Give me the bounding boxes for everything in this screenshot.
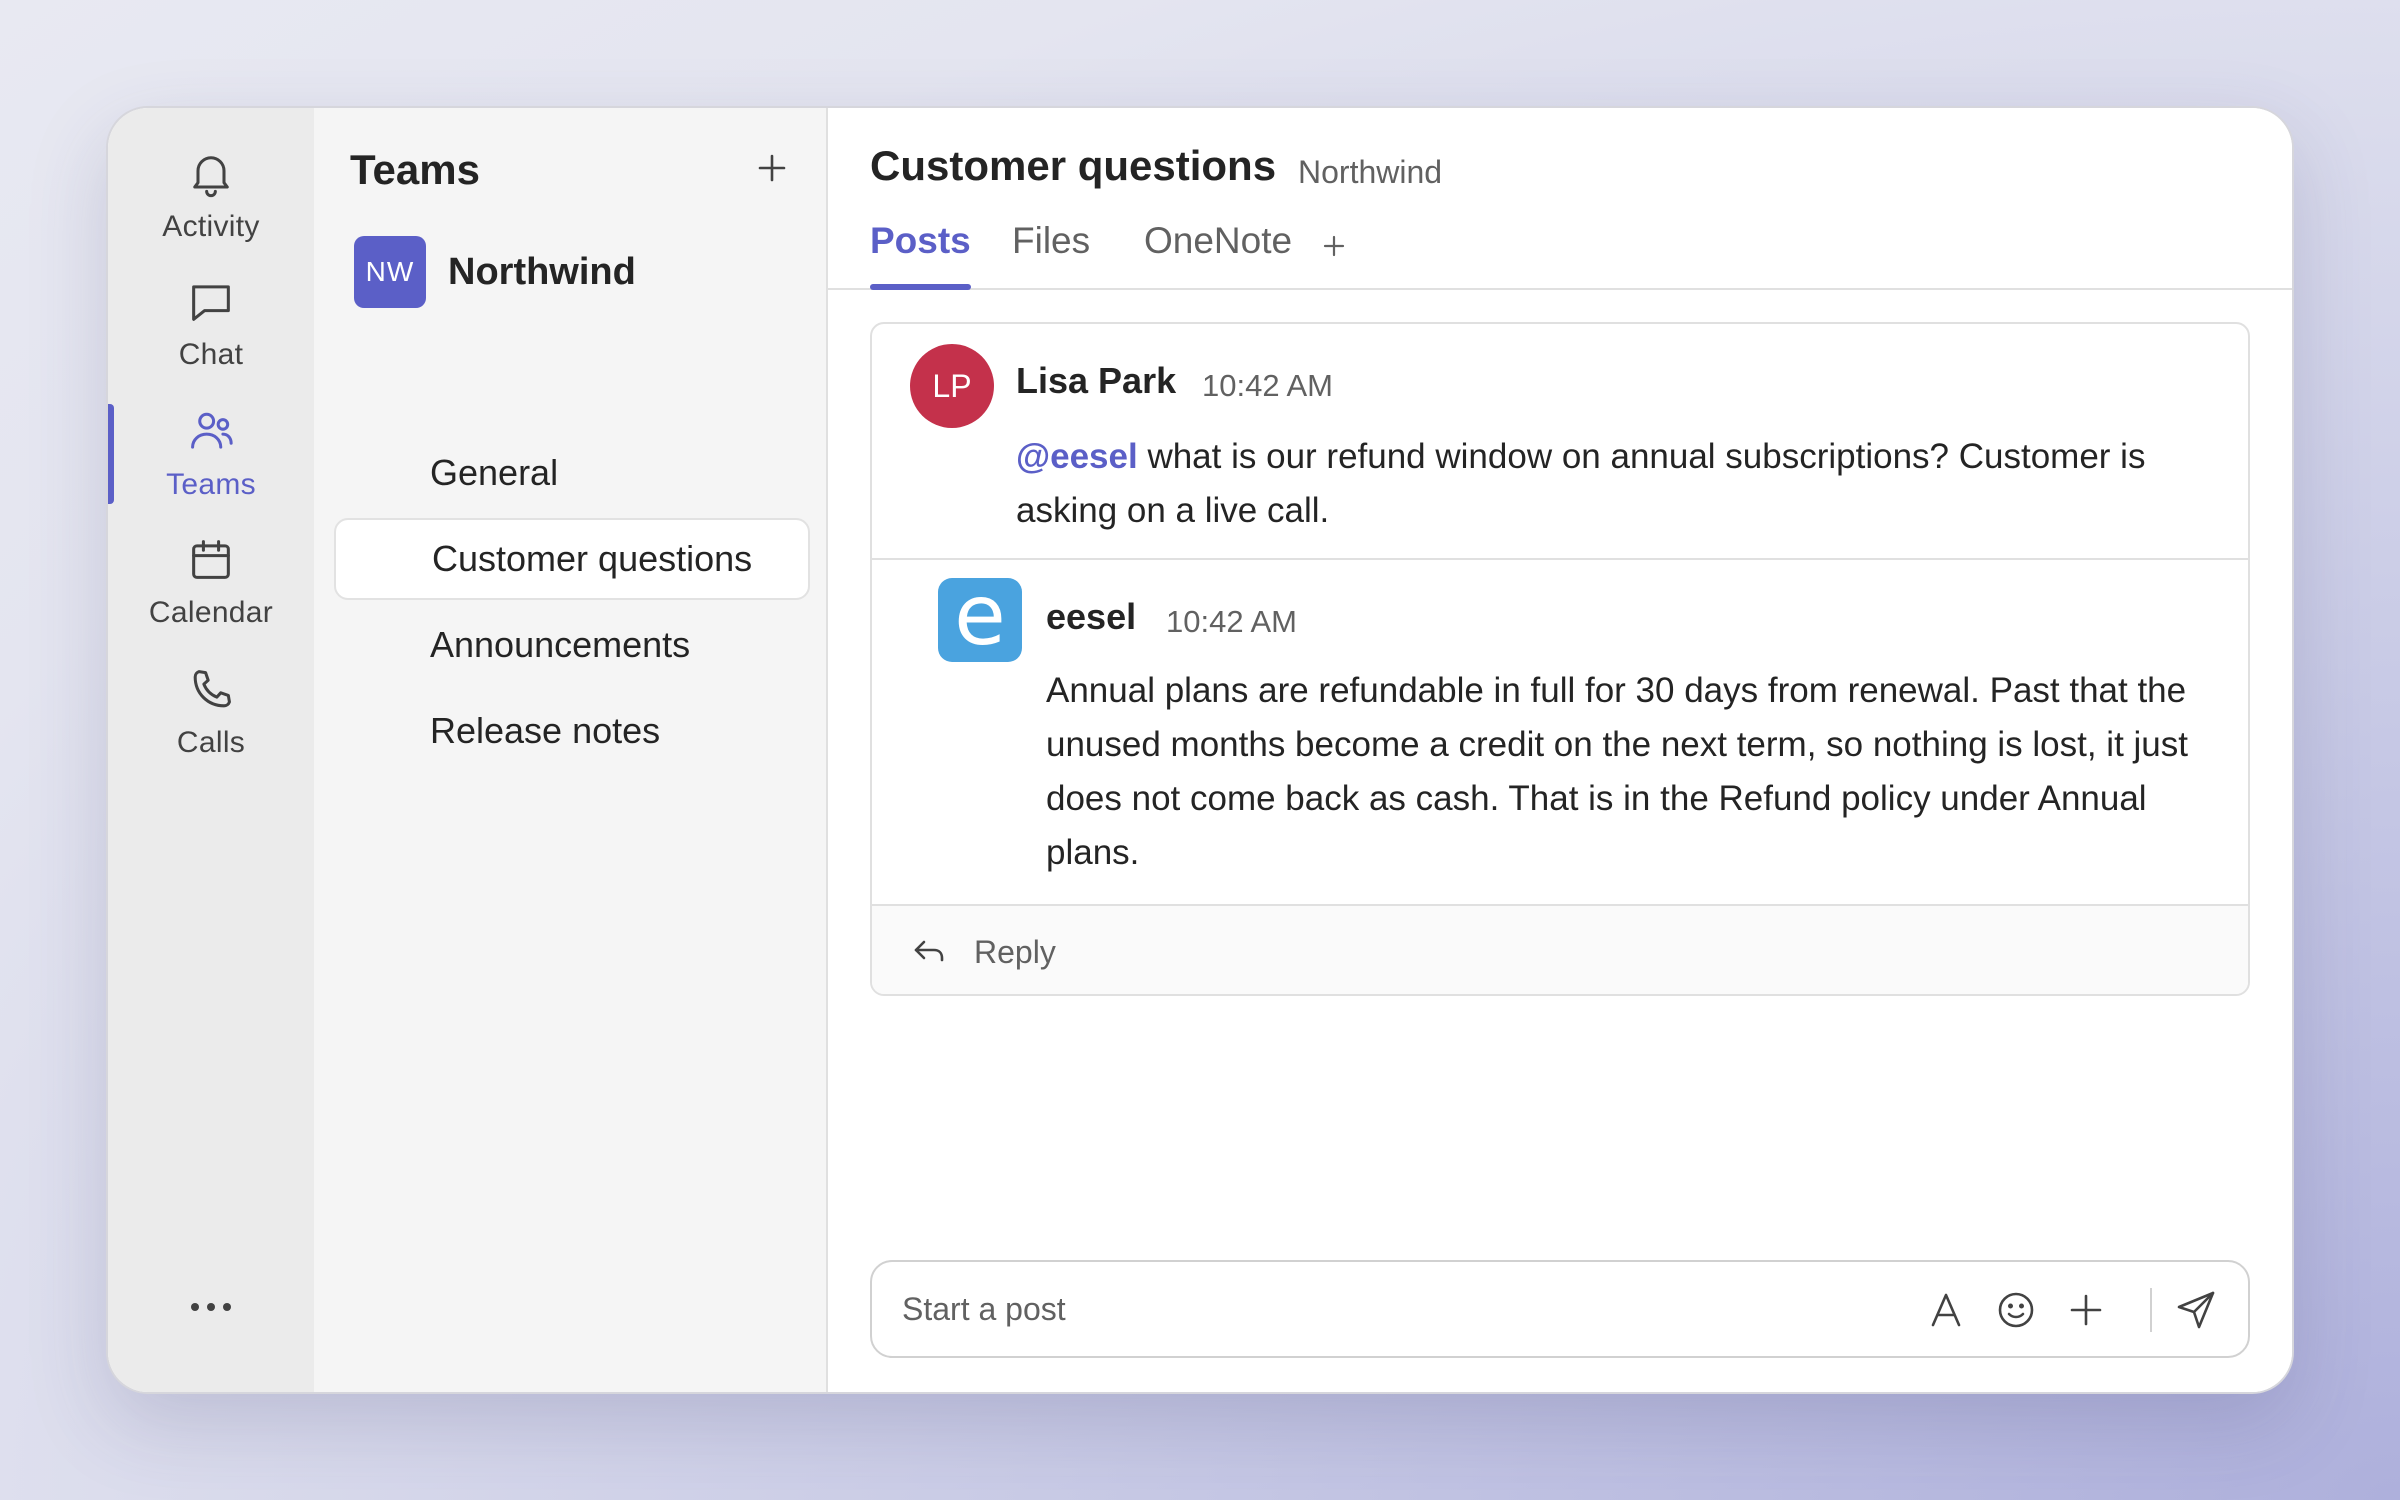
rail-item-teams[interactable]: Teams bbox=[108, 406, 314, 526]
plus-icon bbox=[1322, 234, 1346, 258]
channel-team-name: Northwind bbox=[1298, 154, 1443, 190]
message-author: eesel bbox=[1046, 596, 1137, 637]
rail-item-calls[interactable]: Calls bbox=[108, 664, 314, 784]
channel-release-notes[interactable]: Release notes bbox=[334, 690, 810, 772]
rail-item-label: Calls bbox=[176, 726, 246, 759]
message-time: 10:42 AM bbox=[1166, 604, 1297, 639]
reply-label: Reply bbox=[974, 933, 1056, 970]
add-team-button[interactable] bbox=[748, 144, 796, 192]
send-button[interactable] bbox=[2172, 1286, 2220, 1334]
calendar-icon bbox=[185, 534, 237, 586]
bell-icon bbox=[185, 148, 237, 200]
emoji-icon bbox=[1996, 1290, 2036, 1330]
rail-item-label: Teams bbox=[166, 468, 256, 501]
tab-onenote[interactable]: OneNote bbox=[1144, 220, 1292, 290]
team-name: Northwind bbox=[448, 250, 636, 293]
channel-general[interactable]: General bbox=[334, 432, 810, 514]
message-time: 10:42 AM bbox=[1202, 368, 1333, 403]
start-post-input[interactable] bbox=[902, 1262, 1902, 1356]
rail-item-activity[interactable]: Activity bbox=[108, 148, 314, 268]
post-thread: LP Lisa Park 10:42 AM @eesel what is our… bbox=[870, 322, 2250, 996]
message-author: Lisa Park bbox=[1016, 360, 1177, 401]
attach-button[interactable] bbox=[2062, 1286, 2110, 1334]
tab-files[interactable]: Files bbox=[1012, 220, 1090, 290]
team-northwind[interactable]: NW Northwind bbox=[354, 236, 636, 308]
plus-icon bbox=[756, 152, 788, 184]
rail-item-chat[interactable]: Chat bbox=[108, 276, 314, 396]
mention-link[interactable]: @eesel bbox=[1016, 437, 1138, 476]
format-button[interactable] bbox=[1922, 1286, 1970, 1334]
plus-icon bbox=[2069, 1293, 2103, 1327]
phone-icon bbox=[185, 664, 237, 716]
channel-header: Customer questions Northwind Posts Files… bbox=[828, 108, 2292, 290]
app-window: Activity Chat Teams Calendar Calls Teams… bbox=[106, 106, 2294, 1394]
rail-item-label: Activity bbox=[162, 210, 260, 243]
avatar: LP bbox=[910, 344, 994, 428]
more-apps-button[interactable] bbox=[108, 1300, 314, 1314]
channel-announcements[interactable]: Announcements bbox=[334, 604, 810, 686]
tab-posts[interactable]: Posts bbox=[870, 220, 971, 290]
chat-icon bbox=[185, 276, 237, 328]
message-body: Annual plans are refundable in full for … bbox=[1046, 671, 2188, 872]
team-avatar: NW bbox=[354, 236, 426, 308]
reply-arrow-icon bbox=[912, 937, 948, 967]
reply-message: e eesel 10:42 AM Annual plans are refund… bbox=[872, 560, 2248, 906]
compose-box bbox=[870, 1260, 2250, 1358]
rail-item-label: Chat bbox=[178, 338, 244, 371]
teams-panel: Teams NW Northwind General Customer ques… bbox=[314, 108, 828, 1392]
message-body: @eesel what is our refund window on annu… bbox=[1016, 430, 2216, 538]
teams-panel-title: Teams bbox=[350, 146, 480, 193]
channel-main: Customer questions Northwind Posts Files… bbox=[828, 108, 2292, 1392]
reply-button[interactable]: Reply bbox=[872, 906, 2248, 994]
channel-customer-questions[interactable]: Customer questions bbox=[334, 518, 810, 600]
compose-divider bbox=[2150, 1288, 2152, 1332]
send-icon bbox=[2175, 1289, 2217, 1331]
avatar: e bbox=[938, 573, 1022, 662]
message-text: what is our refund window on annual subs… bbox=[1016, 437, 2146, 530]
more-dots-icon bbox=[189, 1300, 233, 1314]
app-rail: Activity Chat Teams Calendar Calls bbox=[108, 108, 314, 1392]
rail-item-calendar[interactable]: Calendar bbox=[108, 534, 314, 654]
post-message: LP Lisa Park 10:42 AM @eesel what is our… bbox=[872, 324, 2248, 560]
emoji-button[interactable] bbox=[1992, 1286, 2040, 1334]
rail-item-label: Calendar bbox=[148, 596, 274, 629]
add-tab-button[interactable] bbox=[1312, 224, 1356, 268]
channel-title: Customer questions bbox=[870, 142, 1277, 189]
format-text-icon bbox=[1929, 1291, 1963, 1329]
teams-icon bbox=[185, 406, 237, 458]
